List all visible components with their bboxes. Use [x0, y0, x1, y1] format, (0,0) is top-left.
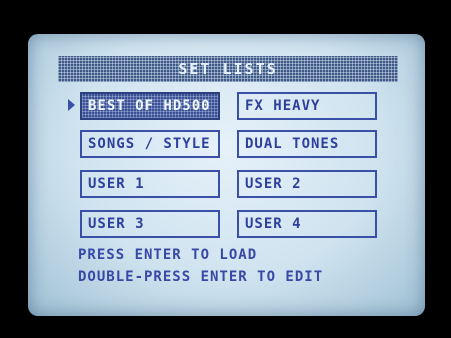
setlist-slot-5[interactable]: USER 1	[80, 170, 220, 198]
setlist-slot-1[interactable]: BEST OF HD500	[80, 92, 220, 120]
setlist-label: USER 4	[245, 216, 302, 232]
instruction-load: PRESS ENTER TO LOAD	[78, 247, 258, 263]
setlist-label: DUAL TONES	[245, 136, 340, 152]
setlist-label: USER 1	[88, 176, 145, 192]
setlist-slot-8[interactable]: USER 4	[237, 210, 377, 238]
setlist-slot-2[interactable]: FX HEAVY	[237, 92, 377, 120]
setlist-label: USER 2	[245, 176, 302, 192]
title-bar: SET LISTS	[58, 56, 398, 82]
setlist-label: SONGS / STYLE	[88, 136, 211, 152]
lcd-screen: SET LISTS BEST OF HD500 FX HEAVY SONGS /…	[28, 34, 425, 316]
setlist-label: USER 3	[88, 216, 145, 232]
setlist-slot-6[interactable]: USER 2	[237, 170, 377, 198]
setlist-label: FX HEAVY	[245, 98, 321, 114]
setlist-slot-3[interactable]: SONGS / STYLE	[80, 130, 220, 158]
setlist-slot-7[interactable]: USER 3	[80, 210, 220, 238]
selection-cursor-icon	[68, 99, 75, 111]
instructions: PRESS ENTER TO LOAD DOUBLE-PRESS ENTER T…	[78, 244, 323, 288]
setlist-label: BEST OF HD500	[88, 98, 211, 114]
device-bezel: SET LISTS BEST OF HD500 FX HEAVY SONGS /…	[0, 0, 451, 338]
instruction-edit: DOUBLE-PRESS ENTER TO EDIT	[78, 269, 324, 285]
setlist-slot-4[interactable]: DUAL TONES	[237, 130, 377, 158]
page-title: SET LISTS	[178, 60, 278, 78]
